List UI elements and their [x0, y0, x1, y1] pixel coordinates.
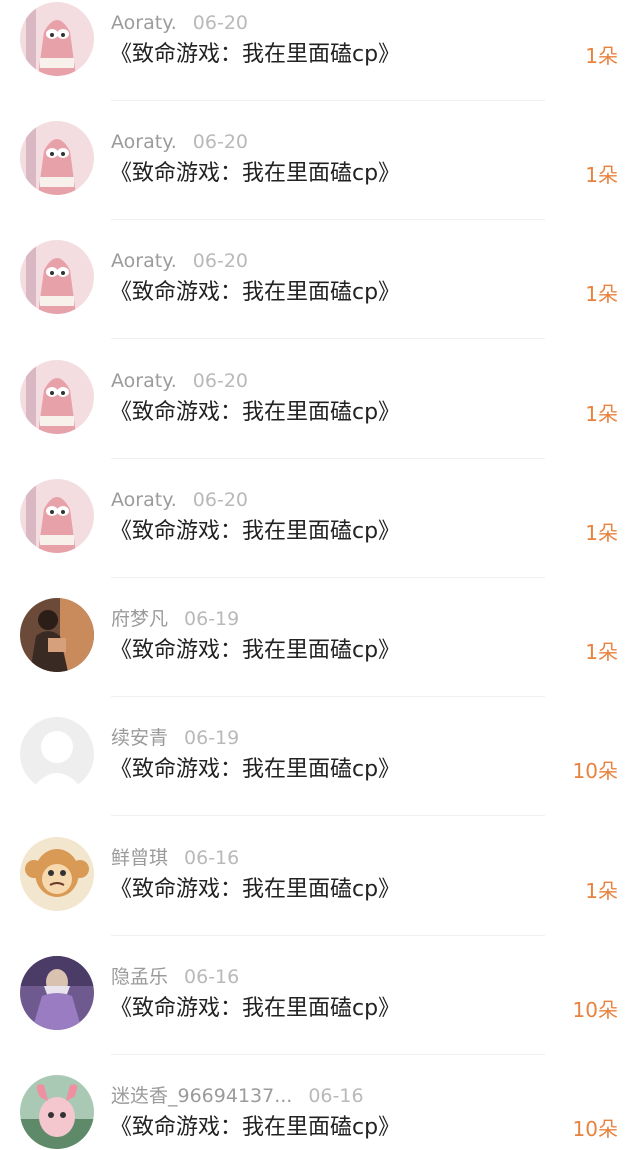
person-photo-avatar[interactable]: [20, 598, 94, 672]
gift-count: 1朵: [585, 521, 618, 545]
date: 06-19: [184, 727, 240, 749]
gift-count: 10朵: [572, 1117, 618, 1141]
book-title[interactable]: 《致命游戏：我在里面磕cp》: [110, 40, 400, 70]
book-title[interactable]: 《致命游戏：我在里面磕cp》: [110, 517, 400, 547]
username[interactable]: Aoraty.: [111, 131, 177, 153]
gift-count: 1朵: [585, 44, 618, 68]
book-title[interactable]: 《致命游戏：我在里面磕cp》: [110, 278, 400, 308]
divider: [111, 1054, 545, 1055]
book-title[interactable]: 《致命游戏：我在里面磕cp》: [110, 636, 400, 666]
date: 06-20: [192, 131, 248, 153]
username[interactable]: Aoraty.: [111, 250, 177, 272]
book-title[interactable]: 《致命游戏：我在里面磕cp》: [110, 994, 400, 1024]
gift-count: 1朵: [585, 282, 618, 306]
gift-count: 1朵: [585, 879, 618, 903]
patrick-avatar[interactable]: [20, 360, 94, 434]
book-title[interactable]: 《致命游戏：我在里面磕cp》: [110, 875, 400, 905]
default-user-avatar[interactable]: [20, 717, 94, 791]
gift-count: 10朵: [572, 759, 618, 783]
list-item[interactable]: 隐孟乐 06-16 《致命游戏：我在里面磕cp》 10朵: [0, 956, 640, 1075]
patrick-avatar[interactable]: [20, 121, 94, 195]
gift-count: 1朵: [585, 163, 618, 187]
divider: [111, 100, 545, 101]
date: 06-20: [192, 489, 248, 511]
list-item[interactable]: Aoraty. 06-20 《致命游戏：我在里面磕cp》 1朵: [0, 360, 640, 479]
list-item[interactable]: Aoraty. 06-20 《致命游戏：我在里面磕cp》 1朵: [0, 479, 640, 598]
record-meta: 鲜曾琪 06-16: [111, 846, 239, 870]
book-title[interactable]: 《致命游戏：我在里面磕cp》: [110, 159, 400, 189]
username[interactable]: 迷迭香_96694137...: [111, 1085, 292, 1107]
record-meta: 续安青 06-19: [111, 726, 239, 750]
record-meta: 府梦凡 06-19: [111, 607, 239, 631]
monkey-avatar[interactable]: [20, 837, 94, 911]
list-item[interactable]: 续安青 06-19 《致命游戏：我在里面磕cp》 10朵: [0, 717, 640, 836]
pink-creature-avatar[interactable]: [20, 1075, 94, 1149]
patrick-avatar[interactable]: [20, 2, 94, 76]
date: 06-19: [184, 608, 240, 630]
record-meta: 迷迭香_96694137... 06-16: [111, 1084, 364, 1108]
date: 06-16: [308, 1085, 364, 1107]
list-item[interactable]: Aoraty. 06-20 《致命游戏：我在里面磕cp》 1朵: [0, 2, 640, 121]
gift-record-list: Aoraty. 06-20 《致命游戏：我在里面磕cp》 1朵 Aoraty. 06…: [0, 0, 640, 1150]
divider: [111, 458, 545, 459]
record-meta: Aoraty. 06-20: [111, 488, 248, 512]
date: 06-16: [184, 847, 240, 869]
record-meta: Aoraty. 06-20: [111, 249, 248, 273]
date: 06-20: [192, 250, 248, 272]
record-meta: Aoraty. 06-20: [111, 369, 248, 393]
record-meta: Aoraty. 06-20: [111, 130, 248, 154]
date: 06-20: [192, 12, 248, 34]
username[interactable]: Aoraty.: [111, 12, 177, 34]
book-title[interactable]: 《致命游戏：我在里面磕cp》: [110, 755, 400, 785]
record-meta: 隐孟乐 06-16: [111, 965, 239, 989]
patrick-avatar[interactable]: [20, 240, 94, 314]
list-item[interactable]: Aoraty. 06-20 《致命游戏：我在里面磕cp》 1朵: [0, 121, 640, 240]
gift-count: 1朵: [585, 640, 618, 664]
divider: [111, 935, 545, 936]
username[interactable]: 府梦凡: [111, 608, 168, 630]
gift-count: 10朵: [572, 998, 618, 1022]
divider: [111, 219, 545, 220]
date: 06-20: [192, 370, 248, 392]
wizard-avatar[interactable]: [20, 956, 94, 1030]
username[interactable]: 隐孟乐: [111, 966, 168, 988]
username[interactable]: 鲜曾琪: [111, 847, 168, 869]
username[interactable]: 续安青: [111, 727, 168, 749]
divider: [111, 577, 545, 578]
username[interactable]: Aoraty.: [111, 370, 177, 392]
divider: [111, 338, 545, 339]
gift-count: 1朵: [585, 402, 618, 426]
date: 06-16: [184, 966, 240, 988]
username[interactable]: Aoraty.: [111, 489, 177, 511]
list-item[interactable]: 迷迭香_96694137... 06-16 《致命游戏：我在里面磕cp》 10朵: [0, 1075, 640, 1150]
divider: [111, 696, 545, 697]
book-title[interactable]: 《致命游戏：我在里面磕cp》: [110, 1113, 400, 1143]
patrick-avatar[interactable]: [20, 479, 94, 553]
record-meta: Aoraty. 06-20: [111, 11, 248, 35]
list-item[interactable]: Aoraty. 06-20 《致命游戏：我在里面磕cp》 1朵: [0, 240, 640, 359]
divider: [111, 815, 545, 816]
list-item[interactable]: 鲜曾琪 06-16 《致命游戏：我在里面磕cp》 1朵: [0, 837, 640, 956]
list-item[interactable]: 府梦凡 06-19 《致命游戏：我在里面磕cp》 1朵: [0, 598, 640, 717]
book-title[interactable]: 《致命游戏：我在里面磕cp》: [110, 398, 400, 428]
